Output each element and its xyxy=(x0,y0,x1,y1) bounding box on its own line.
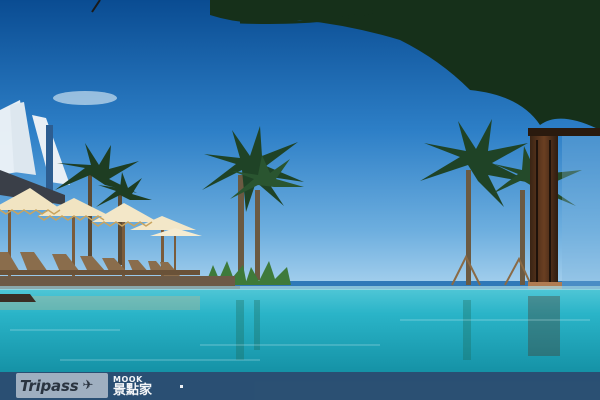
tripass-logo: Tripass ✈ xyxy=(16,373,108,398)
tripass-wordmark: Tripass xyxy=(20,376,79,395)
wooden-pillar xyxy=(528,128,600,294)
separator-dot xyxy=(180,385,183,388)
deck-corner xyxy=(0,294,36,302)
pool-edge xyxy=(0,286,600,290)
plane-icon: ✈ xyxy=(82,378,94,393)
resort-pool-photo: Tripass ✈ MOOK 景點家 xyxy=(0,0,600,400)
mook-chinese-wordmark: 景點家 xyxy=(113,383,153,398)
mook-logo: MOOK 景點家 xyxy=(113,375,173,399)
cloud xyxy=(53,91,117,105)
photo-canvas xyxy=(0,0,600,372)
